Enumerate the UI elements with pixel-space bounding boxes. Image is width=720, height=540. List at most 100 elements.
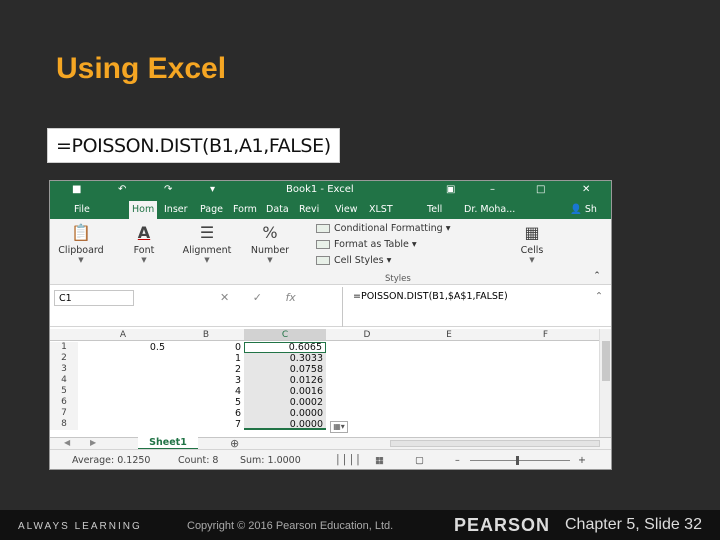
clipboard-group[interactable]: 📋 Clipboard ▼ (52, 223, 110, 264)
format-as-table-icon (316, 240, 330, 249)
cell-styles-button[interactable]: Cell Styles ▾ (316, 255, 391, 266)
maximize-icon[interactable]: □ (536, 184, 545, 195)
cell-b6[interactable]: 5 (168, 397, 244, 408)
redo-icon[interactable]: ↷ (164, 184, 172, 195)
cancel-icon[interactable]: ✕ (220, 291, 229, 304)
cell-c4[interactable]: 0.0126 (244, 375, 326, 386)
tab-view[interactable]: View (335, 204, 358, 215)
cell-c7[interactable]: 0.0000 (244, 408, 326, 419)
format-as-table-label: Format as Table (334, 239, 409, 250)
normal-view-icon[interactable]: ││││ (335, 455, 362, 466)
tab-insert[interactable]: Inser (164, 204, 188, 215)
cells-group[interactable]: ▦ Cells ▼ (510, 223, 554, 264)
tab-home[interactable]: Hom (129, 201, 158, 219)
slide-title: Using Excel (56, 52, 227, 85)
zoom-in-icon[interactable]: + (578, 455, 586, 466)
row-header[interactable]: 1 (50, 342, 78, 353)
tab-xlstat[interactable]: XLST (369, 204, 393, 215)
next-sheet-icon[interactable]: ▶ (90, 438, 96, 447)
cell-b1[interactable]: 0 (168, 342, 244, 353)
cell-b5[interactable]: 4 (168, 386, 244, 397)
cell-c6[interactable]: 0.0002 (244, 397, 326, 408)
font-color-icon: A (137, 223, 151, 242)
status-average: Average: 0.1250 (72, 455, 151, 466)
minimize-icon[interactable]: – (490, 184, 495, 195)
column-header-a[interactable]: A (78, 329, 168, 341)
cell-a1[interactable]: 0.5 (78, 342, 168, 353)
formula-input[interactable]: =POISSON.DIST(B1,$A$1,FALSE) (342, 287, 604, 327)
page-layout-view-icon[interactable]: ▦ (375, 455, 384, 466)
share-button[interactable]: 👤 Sh (570, 204, 597, 215)
zoom-slider[interactable] (470, 460, 570, 461)
tab-formulas[interactable]: Form (233, 204, 257, 215)
column-header-c[interactable]: C (244, 329, 326, 341)
cell-b3[interactable]: 2 (168, 364, 244, 375)
number-group[interactable]: % Number ▼ (244, 223, 296, 264)
number-label: Number (250, 245, 290, 256)
zoom-out-icon[interactable]: – (455, 455, 460, 466)
undo-icon[interactable]: ↶ (118, 184, 126, 195)
cell-c8[interactable]: 0.0000 (244, 419, 326, 430)
chevron-down-icon: ▼ (267, 256, 273, 264)
select-all-corner[interactable] (50, 329, 78, 341)
ribbon-tabs: File Hom Inser Page Form Data Revi View … (50, 200, 611, 219)
vertical-scrollbar[interactable] (599, 329, 611, 437)
tab-page-layout[interactable]: Page (200, 204, 223, 215)
zoom-slider-thumb[interactable] (516, 456, 519, 465)
cell-c1[interactable]: 0.6065 (244, 342, 326, 353)
tab-file[interactable]: File (74, 204, 90, 215)
row-header[interactable]: 3 (50, 364, 78, 375)
row-header[interactable]: 2 (50, 353, 78, 364)
save-icon[interactable]: ■ (72, 184, 81, 195)
cell-c5[interactable]: 0.0016 (244, 386, 326, 397)
slide-number: Chapter 5, Slide 32 (565, 516, 702, 533)
column-header-f[interactable]: F (490, 329, 601, 341)
customize-qat-icon[interactable]: ▾ (210, 184, 215, 195)
chevron-down-icon: ▾ (411, 239, 417, 250)
expand-formula-bar-icon[interactable]: ⌃ (595, 291, 603, 302)
page-break-view-icon[interactable]: ▢ (415, 455, 424, 466)
ribbon-display-icon[interactable]: ▣ (446, 184, 455, 195)
user-account[interactable]: Dr. Moha... (464, 204, 515, 215)
worksheet-grid[interactable]: A B C D E F 1 2 3 4 5 6 7 8 0.5 0 1 2 3 … (50, 329, 611, 437)
tab-tell-me[interactable]: Tell (427, 204, 442, 215)
row-header[interactable]: 4 (50, 375, 78, 386)
row-header[interactable]: 6 (50, 397, 78, 408)
scrollbar-thumb[interactable] (602, 341, 610, 381)
enter-icon[interactable]: ✓ (253, 291, 262, 304)
format-as-table-button[interactable]: Format as Table ▾ (316, 239, 417, 250)
cell-c2[interactable]: 0.3033 (244, 353, 326, 364)
always-learning-label: ALWAYS LEARNING (18, 521, 142, 532)
tab-data[interactable]: Data (266, 204, 289, 215)
horizontal-scrollbar[interactable] (390, 440, 600, 447)
excel-window: ■ ↶ ↷ ▾ Book1 - Excel ▣ – □ ✕ File Hom I… (49, 180, 612, 470)
formula-bar-icons: ✕ ✓ fx (220, 291, 316, 304)
name-box[interactable]: C1 (54, 290, 134, 306)
row-header[interactable]: 5 (50, 386, 78, 397)
quick-analysis-icon[interactable]: ▦▾ (330, 421, 348, 433)
close-icon[interactable]: ✕ (582, 184, 590, 195)
cell-c3[interactable]: 0.0758 (244, 364, 326, 375)
clipboard-label: Clipboard (58, 245, 104, 256)
collapse-ribbon-icon[interactable]: ⌃ (590, 271, 604, 281)
cell-b2[interactable]: 1 (168, 353, 244, 364)
cell-b7[interactable]: 6 (168, 408, 244, 419)
row-header[interactable]: 7 (50, 408, 78, 419)
font-group[interactable]: A Font ▼ (122, 223, 166, 264)
row-header[interactable]: 8 (50, 419, 78, 430)
prev-sheet-icon[interactable]: ◀ (64, 438, 70, 447)
conditional-formatting-button[interactable]: Conditional Formatting ▾ (316, 223, 451, 234)
chevron-down-icon: ▼ (204, 256, 210, 264)
sheet-tab-bar: ◀ ▶ Sheet1 ⊕ (50, 437, 611, 450)
column-header-b[interactable]: B (168, 329, 244, 341)
tab-review[interactable]: Revi (299, 204, 319, 215)
insert-function-icon[interactable]: fx (285, 291, 295, 304)
chevron-down-icon: ▼ (141, 256, 147, 264)
status-sum: Sum: 1.0000 (240, 455, 301, 466)
column-header-e[interactable]: E (408, 329, 490, 341)
font-label: Font (133, 245, 155, 256)
column-header-d[interactable]: D (326, 329, 408, 341)
cell-b8[interactable]: 7 (168, 419, 244, 430)
alignment-group[interactable]: ☰ Alignment ▼ (174, 223, 240, 264)
cell-b4[interactable]: 3 (168, 375, 244, 386)
